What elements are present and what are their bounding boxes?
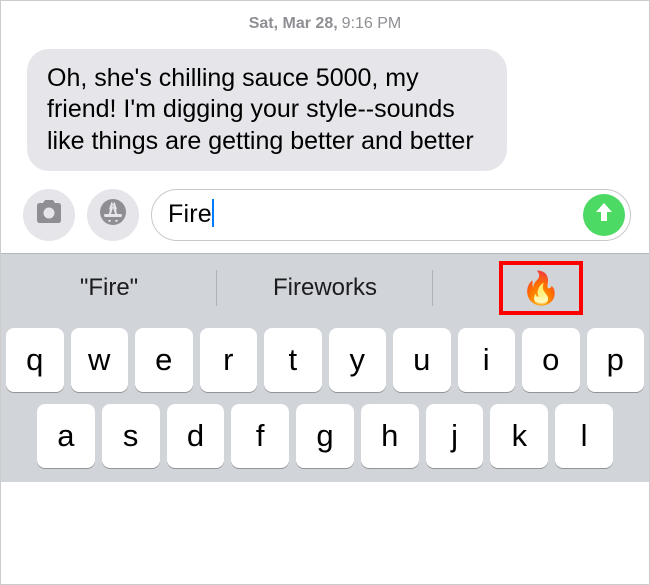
key-y[interactable]: y <box>329 328 387 392</box>
key-q[interactable]: q <box>6 328 64 392</box>
key-row-1: q w e r t y u i o p <box>1 322 649 398</box>
message-text: Oh, she's chilling sauce 5000, my friend… <box>47 64 474 155</box>
key-e[interactable]: e <box>135 328 193 392</box>
compose-row: Fire <box>1 189 649 253</box>
suggestion-3-emoji[interactable]: 🔥 <box>433 254 649 322</box>
key-l[interactable]: l <box>555 404 613 468</box>
key-u[interactable]: u <box>393 328 451 392</box>
camera-icon <box>32 198 66 231</box>
send-button[interactable] <box>583 194 625 236</box>
key-j[interactable]: j <box>426 404 484 468</box>
keyboard: "Fire" Fireworks 🔥 q w e r t y u i o p a <box>1 253 649 482</box>
key-o[interactable]: o <box>522 328 580 392</box>
key-d[interactable]: d <box>167 404 225 468</box>
key-s[interactable]: s <box>102 404 160 468</box>
fire-emoji-icon: 🔥 <box>521 272 561 304</box>
highlight-annotation: 🔥 <box>499 261 583 315</box>
messages-screen: Sat, Mar 28, 9:16 PM Oh, she's chilling … <box>0 0 650 585</box>
key-a[interactable]: a <box>37 404 95 468</box>
key-row-2: a s d f g h j k l <box>1 398 649 474</box>
suggestion-2[interactable]: Fireworks <box>217 254 433 322</box>
timestamp-time: 9:16 PM <box>342 15 402 33</box>
key-p[interactable]: p <box>587 328 645 392</box>
timestamp: Sat, Mar 28, 9:16 PM <box>1 1 649 41</box>
app-store-icon <box>98 197 128 232</box>
text-cursor <box>212 199 214 227</box>
key-i[interactable]: i <box>458 328 516 392</box>
message-input[interactable]: Fire <box>168 200 583 229</box>
arrow-up-icon <box>594 201 614 228</box>
key-k[interactable]: k <box>490 404 548 468</box>
key-w[interactable]: w <box>71 328 129 392</box>
suggestion-1[interactable]: "Fire" <box>1 254 217 322</box>
received-message: Oh, she's chilling sauce 5000, my friend… <box>27 49 507 171</box>
key-r[interactable]: r <box>200 328 258 392</box>
app-store-button[interactable] <box>87 189 139 241</box>
key-t[interactable]: t <box>264 328 322 392</box>
camera-button[interactable] <box>23 189 75 241</box>
key-h[interactable]: h <box>361 404 419 468</box>
message-input-container[interactable]: Fire <box>151 189 631 241</box>
key-g[interactable]: g <box>296 404 354 468</box>
key-f[interactable]: f <box>231 404 289 468</box>
timestamp-date: Sat, Mar 28, <box>249 15 338 33</box>
suggestion-bar: "Fire" Fireworks 🔥 <box>1 254 649 322</box>
